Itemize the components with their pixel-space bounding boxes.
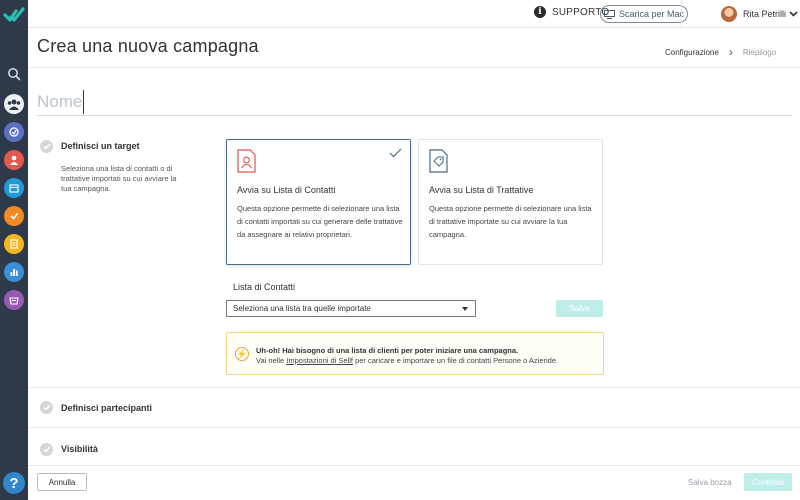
cancel-button[interactable]: Annulla [37,473,87,491]
sidebar: ? [0,0,28,500]
selected-check-icon [389,148,402,158]
info-icon: i [534,6,546,18]
lightning-icon: ⚡ [235,347,249,361]
monitor-icon [603,9,615,19]
help-icon[interactable]: ? [3,472,25,494]
store-icon[interactable] [4,290,24,310]
documents-icon[interactable] [4,234,24,254]
app-logo-icon[interactable] [3,4,25,26]
activity-icon[interactable] [4,122,24,142]
campaigns-icon[interactable] [4,94,24,114]
step-check-icon [40,443,53,456]
contacts-option-description: Questa opzione permette di selezionare u… [237,204,403,239]
chevron-right-icon: › [728,45,733,59]
contact-document-icon [237,149,256,173]
header-divider [28,67,800,68]
step-check-icon [40,401,53,414]
continue-button[interactable]: Continua [744,473,792,491]
user-menu[interactable]: Rita Petrilli [721,6,798,22]
text-caret [83,90,84,114]
section-divider [28,427,800,428]
save-list-button[interactable]: Salva [556,300,603,317]
deals-list-option-card[interactable]: Avvia su Lista di Trattative Questa opzi… [418,139,603,265]
deals-option-title: Avvia su Lista di Trattative [429,185,534,195]
target-section-title: Definisci un target [61,141,140,151]
contacts-list-option-card[interactable]: Avvia su Lista di Contatti Questa opzion… [226,139,411,265]
step-summary[interactable]: Riepilogo [743,48,776,57]
visibility-section-title[interactable]: Visibilità [61,444,98,454]
page-title: Crea una nuova campagna [37,36,259,56]
target-section-description: Seleziona una lista di contatti o di tra… [61,164,177,193]
sellf-settings-link[interactable]: Impostazioni di Sellf [286,356,353,365]
wizard-steps: Configurazione › Riepilogo [665,45,776,59]
deal-tag-document-icon [429,149,448,173]
avatar [721,6,737,22]
contacts-option-title: Avvia su Lista di Contatti [237,185,336,195]
save-draft-button[interactable]: Salva bozza [688,478,732,487]
contacts-list-label: Lista di Contatti [233,282,296,292]
step-check-icon [40,140,53,153]
contacts-icon[interactable] [4,150,24,170]
dropdown-arrow-icon [462,307,468,311]
download-mac-button[interactable]: Scarica per Mac [600,5,688,23]
reports-icon[interactable] [4,262,24,282]
warning-title: Uh-oh! Hai bisogno di una lista di clien… [256,346,519,355]
step-configuration[interactable]: Configurazione [665,48,719,57]
top-bar: i SUPPORTO Scarica per Mac Rita Petrilli [28,0,800,28]
support-link[interactable]: i SUPPORTO [534,6,609,18]
campaign-name-input[interactable] [37,88,792,116]
search-icon[interactable] [4,64,24,84]
warning-text: Vai nelle Impostazioni di Sellf per cari… [256,356,559,365]
chevron-down-icon [789,11,798,17]
select-placeholder: Seleziona una lista tra quelle importate [233,304,371,313]
section-divider [28,387,800,388]
participants-section-title[interactable]: Definisci partecipanti [61,403,152,413]
footer-bar [28,465,800,500]
tasks-icon[interactable] [4,206,24,226]
contacts-list-select[interactable]: Seleziona una lista tra quelle importate [226,300,476,317]
top-divider [681,0,682,28]
calendar-icon[interactable] [4,178,24,198]
user-name: Rita Petrilli [743,9,787,19]
deals-option-description: Questa opzione permette di selezionare u… [429,204,592,239]
no-lists-warning: ⚡ Uh-oh! Hai bisogno di una lista di cli… [226,332,604,375]
download-mac-label: Scarica per Mac [618,9,685,19]
